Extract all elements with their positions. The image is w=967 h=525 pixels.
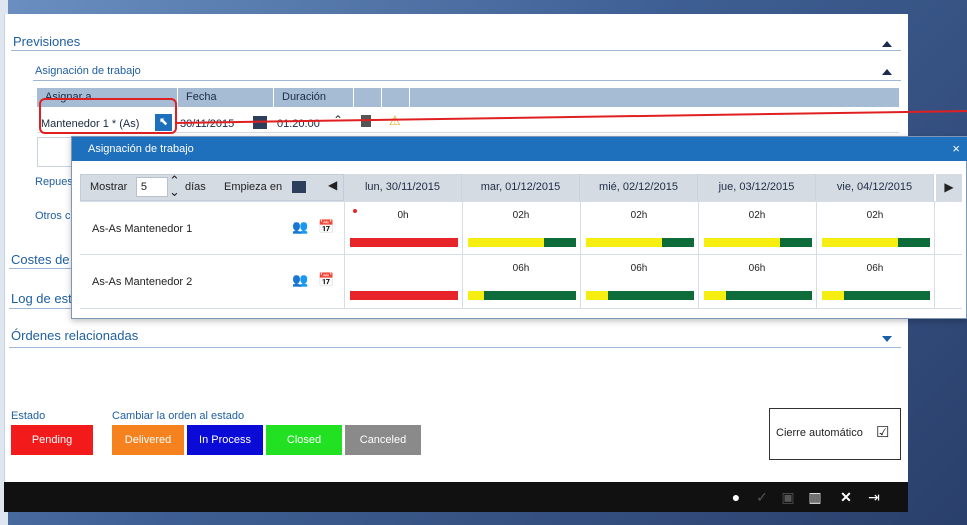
users-icon[interactable]: 👥: [292, 272, 308, 288]
load-bar-yellow: [704, 238, 780, 247]
load-bar-green: [843, 291, 930, 300]
col-header-fecha[interactable]: Fecha: [177, 88, 273, 107]
delete-icon[interactable]: ▥: [806, 488, 824, 506]
users-icon[interactable]: 👥: [292, 219, 308, 235]
auto-close-label: Cierre automático: [776, 427, 863, 439]
day-header[interactable]: mar, 01/12/2015: [462, 174, 580, 201]
load-bar-yellow: [822, 291, 844, 300]
collapse-up-icon[interactable]: [882, 41, 892, 47]
section-divider: [9, 347, 901, 348]
change-state-label: Cambiar la orden al estado: [112, 410, 245, 422]
work-assignment-dialog: Asignación de trabajo × Mostrar 5 ⌃ ⌄ día…: [71, 136, 967, 319]
grid-line: [80, 201, 962, 202]
calendar-icon[interactable]: 📅: [318, 219, 334, 235]
starts-label: Empieza en: [224, 181, 283, 193]
days-value: 5: [140, 181, 147, 193]
footer-toolbar: ● ✓ ▣ ▥ ✕ ⇥: [4, 482, 908, 512]
auto-close-button[interactable]: Cierre automático ☑: [769, 408, 901, 460]
grid-line: [80, 308, 962, 309]
section-divider: [9, 268, 79, 269]
load-bar-yellow: [586, 238, 662, 247]
exit-icon[interactable]: ⇥: [865, 488, 883, 506]
state-button-canceled[interactable]: Canceled: [345, 425, 421, 455]
hours-label: 06h: [866, 263, 884, 274]
days-label: días: [185, 181, 206, 193]
load-bar-yellow: [822, 238, 898, 247]
state-button-in-process[interactable]: In Process: [187, 425, 263, 455]
state-button-delivered[interactable]: Delivered: [112, 425, 184, 455]
show-label: Mostrar: [90, 181, 128, 193]
col-sep: [409, 88, 410, 107]
section-title-log[interactable]: Log de est: [11, 291, 72, 306]
collapse-up-icon[interactable]: [882, 69, 892, 75]
state-button-closed[interactable]: Closed: [266, 425, 342, 455]
load-bar-green: [725, 291, 812, 300]
day-header[interactable]: mié, 02/12/2015: [580, 174, 698, 201]
subsection-title-asignacion[interactable]: Asignación de trabajo: [35, 65, 141, 77]
section-divider: [11, 50, 901, 51]
day-header[interactable]: vie, 04/12/2015: [816, 174, 934, 201]
load-bar-green: [897, 238, 930, 247]
grid-line: [934, 201, 935, 308]
day-header[interactable]: jue, 03/12/2015: [698, 174, 816, 201]
hours-label: 02h: [630, 210, 648, 221]
checklist-icon: ☑: [876, 424, 890, 441]
hours-label: 02h: [866, 210, 884, 221]
load-bar-red: [350, 291, 458, 300]
load-bar-yellow: [468, 291, 485, 300]
check-icon[interactable]: ✓: [753, 488, 771, 506]
load-bar-green: [543, 238, 576, 247]
section-title-ordenes[interactable]: Órdenes relacionadas: [11, 328, 138, 343]
close-icon[interactable]: ✕: [837, 488, 855, 506]
print-icon[interactable]: ●: [727, 488, 745, 506]
hours-label: 0h: [397, 210, 409, 221]
section-title-costes[interactable]: Costes de: [11, 252, 70, 267]
save-icon[interactable]: ▣: [779, 488, 797, 506]
hours-label: 06h: [630, 263, 648, 274]
next-arrow-icon[interactable]: ▶: [936, 174, 962, 201]
hours-label: 02h: [748, 210, 766, 221]
col-sep: [381, 88, 382, 107]
section-title-previsiones[interactable]: Previsiones: [13, 34, 80, 49]
section-divider: [9, 308, 79, 309]
load-bar-green: [484, 291, 576, 300]
load-bar-red: [350, 238, 458, 247]
load-bar-green: [779, 238, 812, 247]
highlight-pointer-line: [175, 110, 967, 124]
days-input[interactable]: 5: [136, 177, 168, 197]
calendar-icon[interactable]: 📅: [318, 272, 334, 288]
dialog-close-icon[interactable]: ×: [952, 137, 960, 161]
subsection-divider: [33, 80, 901, 81]
resource-name: As-As Mantenedor 2: [92, 276, 193, 288]
calendar-icon[interactable]: [292, 181, 306, 193]
subsection-title-otros[interactable]: Otros c: [35, 210, 70, 222]
day-header[interactable]: lun, 30/11/2015: [344, 174, 462, 201]
expand-down-icon[interactable]: [882, 336, 892, 342]
col-sep: [353, 88, 354, 107]
hours-label: 02h: [512, 210, 530, 221]
resource-name: As-As Mantenedor 1: [92, 223, 193, 235]
estado-label: Estado: [11, 410, 46, 422]
load-bar-green: [607, 291, 694, 300]
col-header-duracion[interactable]: Duración: [273, 88, 353, 107]
load-bar-green: [661, 238, 694, 247]
current-state-badge: Pending: [11, 425, 93, 455]
stepper-icon[interactable]: ⌃ ⌄: [169, 174, 180, 198]
prev-arrow-icon[interactable]: ◀: [328, 178, 337, 192]
hours-label: 06h: [748, 263, 766, 274]
load-bar-yellow: [468, 238, 544, 247]
hours-label: 06h: [512, 263, 530, 274]
subsection-title-repuestos[interactable]: Repues: [35, 176, 73, 188]
grid-line: [80, 254, 962, 255]
load-bar-yellow: [586, 291, 608, 300]
highlight-box: [39, 98, 177, 134]
load-bar-yellow: [704, 291, 726, 300]
dialog-title: Asignación de trabajo: [72, 137, 967, 161]
